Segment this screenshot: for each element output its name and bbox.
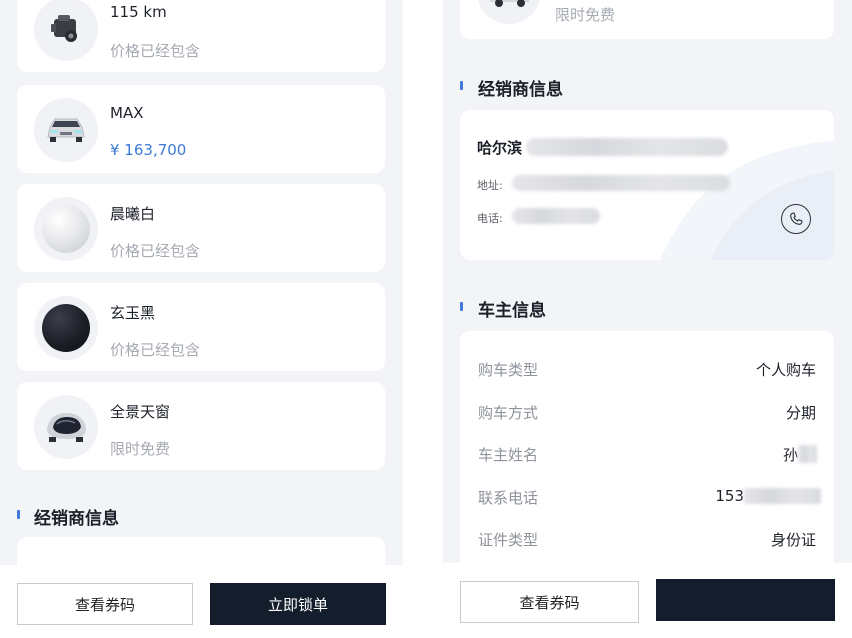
redacted-dealer-name — [526, 138, 728, 156]
item-subtitle: 价格已经包含 — [110, 242, 201, 260]
purchase-type-value: 个人购车 — [755, 361, 816, 379]
item-price: ¥ 163,700 — [110, 141, 187, 159]
black-color-swatch-icon — [34, 296, 98, 360]
purchase-type-label: 购车类型 — [478, 361, 539, 379]
item-title: 全景天窗 — [110, 403, 171, 421]
white-color-swatch-icon — [34, 197, 98, 261]
payment-method-value: 分期 — [785, 404, 816, 422]
item-subtitle: 限时免费 — [555, 6, 616, 24]
redacted-address — [512, 175, 730, 191]
dealer-section-title: 经销商信息 — [478, 80, 563, 100]
dealer-section-title: 经销商信息 — [34, 509, 119, 529]
item-title: 晨曦白 — [110, 205, 156, 223]
item-title: MAX — [110, 104, 144, 122]
item-subtitle: 限时免费 — [110, 440, 171, 458]
dealer-name: 哈尔滨 — [477, 139, 523, 157]
section-marker — [460, 302, 463, 311]
panoramic-sunroof-icon — [34, 395, 98, 459]
payment-method-label: 购车方式 — [478, 404, 539, 422]
owner-info-card: 购车类型 个人购车 购车方式 分期 车主姓名 孙 联系电话 153 证件类型 身… — [460, 331, 834, 591]
redacted-contact-phone — [744, 488, 821, 504]
item-title: 115 km — [110, 3, 167, 21]
item-subtitle: 价格已经包含 — [110, 341, 201, 359]
phone-label: 电话: — [477, 212, 503, 225]
dealer-card: 哈尔滨 地址: 电话: — [460, 110, 834, 260]
section-marker — [460, 81, 463, 90]
list-item: MAX ¥ 163,700 — [17, 85, 385, 173]
list-item: 玄玉黑 价格已经包含 — [17, 283, 385, 371]
item-subtitle: 价格已经包含 — [110, 42, 201, 60]
list-item: 晨曦白 价格已经包含 — [17, 184, 385, 272]
list-item: 115 km 价格已经包含 — [17, 0, 385, 72]
redacted-phone — [512, 208, 600, 224]
contact-phone-label: 联系电话 — [478, 489, 539, 507]
primary-action-button[interactable] — [656, 579, 835, 621]
owner-section-title: 车主信息 — [478, 301, 546, 321]
left-order-screen: 115 km 价格已经包含 MAX ¥ 163,700 晨曦白 价格已经包含 玄… — [0, 0, 403, 638]
bottom-action-bar: 查看券码 — [443, 563, 852, 638]
id-type-value: 身份证 — [770, 531, 816, 549]
right-order-screen: 限时免费 经销商信息 哈尔滨 地址: 电话: 车主信息 购车类型 个人购车 购车… — [443, 0, 852, 638]
list-item: 全景天窗 限时免费 — [17, 382, 385, 470]
id-type-label: 证件类型 — [478, 531, 539, 549]
bottom-action-bar: 查看券码 立即锁单 — [0, 565, 403, 638]
motor-icon — [34, 0, 98, 61]
lock-order-button[interactable]: 立即锁单 — [210, 583, 386, 625]
contact-phone-value: 153 — [715, 487, 744, 505]
view-coupon-code-button[interactable]: 查看券码 — [17, 583, 193, 625]
address-label: 地址: — [477, 179, 503, 192]
item-title: 玄玉黑 — [110, 304, 156, 322]
car-side-icon — [477, 0, 541, 24]
view-coupon-code-button[interactable]: 查看券码 — [460, 581, 639, 623]
phone-icon — [790, 212, 803, 225]
car-front-icon — [34, 98, 98, 162]
redacted-owner-name — [798, 445, 817, 463]
section-marker — [17, 510, 20, 519]
list-item: 限时免费 — [460, 0, 834, 39]
owner-name-value: 孙 — [782, 446, 798, 464]
call-dealer-button[interactable] — [781, 204, 811, 234]
owner-name-label: 车主姓名 — [478, 446, 539, 464]
